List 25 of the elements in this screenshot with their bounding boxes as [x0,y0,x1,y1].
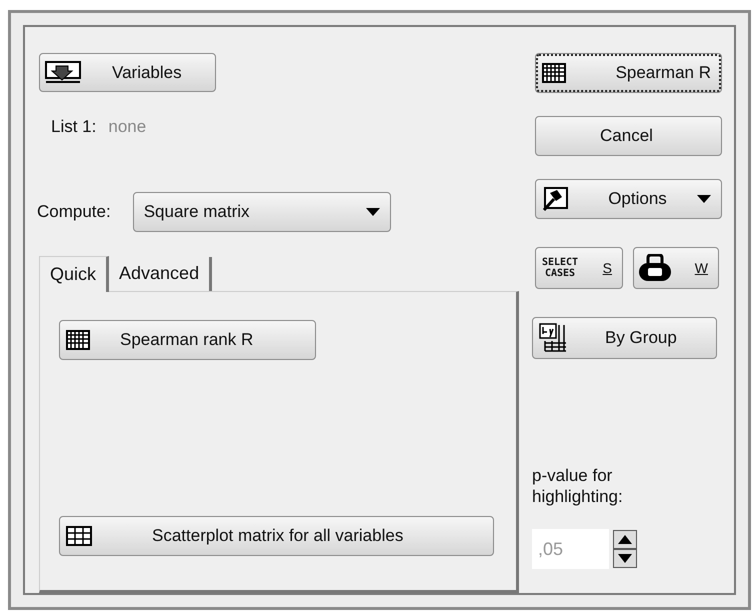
hammer-icon [542,187,568,211]
command-button[interactable]: Spearman rank R [59,320,316,360]
dialog-button[interactable]: Options [535,179,722,219]
select-cases-button[interactable]: SELECT CASES S [535,247,623,289]
grid-icon [542,63,566,83]
tab[interactable]: Quick [39,256,110,292]
p-value-label: p-value for highlighting: [532,465,624,507]
spinner-icon[interactable] [613,530,637,568]
table-icon [66,526,92,546]
weight-button[interactable]: W [633,247,719,289]
by-group-button[interactable]: By Group [532,317,717,359]
by-group-icon [539,323,567,353]
dialog-button[interactable]: Cancel [535,116,722,156]
variables-button[interactable]: Variables [39,53,216,92]
compute-label: Compute: [37,201,111,224]
dropdown-arrow-icon [697,195,711,203]
dropdown-arrow-icon [366,208,380,216]
import-icon [44,60,82,86]
grid-icon [66,330,90,350]
list-value: none [108,116,146,138]
list-label: List 1: [51,116,96,138]
weight-icon [638,254,672,282]
command-button[interactable]: Scatterplot matrix for all variables [59,516,494,556]
compute-dropdown[interactable]: Square matrix [132,192,391,232]
dialog-button[interactable]: Spearman R [535,53,722,93]
